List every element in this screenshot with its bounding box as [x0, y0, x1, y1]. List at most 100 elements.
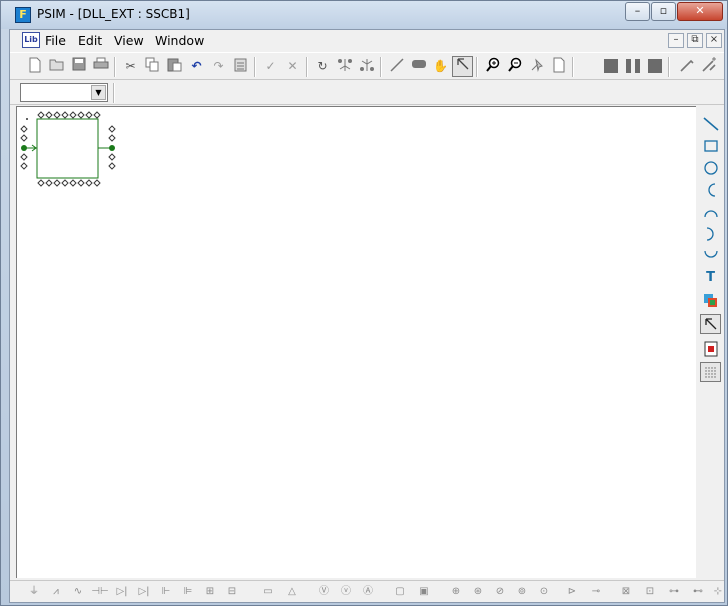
open-icon[interactable]	[46, 56, 67, 77]
dll-block-symbol[interactable]	[17, 107, 127, 197]
gain-icon[interactable]: ⊸	[586, 583, 606, 601]
ammeter-icon[interactable]: Ⓐ	[358, 583, 378, 601]
maximize-button[interactable]: ▫	[651, 2, 676, 21]
scope-icon[interactable]: ▢	[390, 583, 410, 601]
minimize-button[interactable]: –	[625, 2, 650, 21]
main-toolbar: ✂ ↶ ↷ ✓ ✕ ↻ ✋	[10, 52, 724, 80]
pause-icon[interactable]	[622, 56, 643, 77]
label-icon[interactable]	[408, 56, 429, 77]
toolbar-separator	[113, 83, 115, 103]
flip-tb-icon[interactable]	[356, 56, 377, 77]
zoom-out-icon[interactable]	[504, 56, 525, 77]
pan-icon[interactable]: ✋	[430, 56, 451, 77]
pi-icon[interactable]: ⊠	[616, 583, 636, 601]
toolbar-separator	[476, 57, 478, 77]
mosfet-icon[interactable]: ⊞	[200, 583, 220, 601]
arc-bottom-tool-icon[interactable]	[700, 246, 721, 266]
igbt-icon[interactable]: ⊫	[178, 583, 198, 601]
inductor-icon[interactable]: ∿	[68, 583, 88, 601]
schematic-canvas[interactable]	[16, 106, 696, 578]
probe-icon[interactable]	[676, 56, 697, 77]
arc-left-tool-icon[interactable]	[700, 180, 721, 200]
sum-icon[interactable]: ▭	[258, 583, 278, 601]
current-source-icon[interactable]: ⊘	[490, 583, 510, 601]
text-tool-icon[interactable]: T	[700, 268, 721, 288]
window-title: PSIM - [DLL_EXT : SSCB1]	[37, 7, 190, 21]
rectangle-tool-icon[interactable]	[700, 136, 721, 156]
mdi-restore-button[interactable]: ⧉	[687, 33, 703, 48]
thyristor-icon[interactable]: ▷|	[134, 583, 154, 601]
limiter-icon[interactable]: ⊡	[640, 583, 660, 601]
document-icon[interactable]: Lib	[22, 32, 40, 48]
delete-icon[interactable]: ✕	[282, 56, 303, 77]
more-elements-icon[interactable]: ⊹	[708, 583, 728, 601]
flip-lr-icon[interactable]	[334, 56, 355, 77]
element-selector-combo[interactable]: ▼	[20, 83, 108, 102]
arc-right-tool-icon[interactable]	[700, 224, 721, 244]
mdi-minimize-button[interactable]: –	[668, 33, 684, 48]
toolbar-separator	[380, 57, 382, 77]
paste-special-icon[interactable]	[230, 56, 251, 77]
psim-app-icon[interactable]: F	[15, 7, 31, 23]
menu-view[interactable]: View	[111, 32, 147, 49]
current-probe-icon[interactable]: ⓥ	[336, 583, 356, 601]
meter-icon[interactable]: ▣	[414, 583, 434, 601]
arc-top-tool-icon[interactable]	[700, 202, 721, 222]
filter-icon[interactable]: ⊷	[688, 583, 708, 601]
toolbar-separator	[114, 57, 116, 77]
new-icon[interactable]	[24, 56, 45, 77]
select-icon[interactable]	[452, 56, 473, 77]
image-tool-icon[interactable]	[700, 290, 721, 310]
source-icon[interactable]: △	[282, 583, 302, 601]
grid-tool-icon[interactable]	[700, 362, 721, 382]
menu-file[interactable]: File	[42, 32, 69, 49]
menu-bar: Lib File Edit View Window – ⧉ ×	[10, 30, 724, 51]
sawtooth-icon[interactable]: ⊙	[534, 583, 554, 601]
probe-diff-icon[interactable]	[698, 56, 719, 77]
close-button[interactable]: ✕	[677, 2, 723, 21]
circle-tool-icon[interactable]	[700, 158, 721, 178]
voltage-probe-icon[interactable]: Ⓥ	[314, 583, 334, 601]
ac-source-icon[interactable]: ⊛	[468, 583, 488, 601]
toolbar-separator	[668, 57, 670, 77]
switch-icon[interactable]: ⊩	[156, 583, 176, 601]
save-icon[interactable]	[68, 56, 89, 77]
resistor-icon[interactable]: ⩘	[46, 583, 66, 601]
ground-icon[interactable]: ⏚	[24, 583, 44, 601]
diode-icon[interactable]: ▷|	[112, 583, 132, 601]
toolbar-separator	[254, 57, 256, 77]
wire-icon[interactable]	[386, 56, 407, 77]
selector-toolbar: ▼	[10, 81, 724, 105]
check-icon[interactable]: ✓	[260, 56, 281, 77]
color-tool-icon[interactable]	[700, 338, 721, 358]
chevron-down-icon[interactable]: ▼	[91, 85, 106, 100]
app-window: F PSIM - [DLL_EXT : SSCB1] – ▫ ✕ Lib Fil…	[0, 0, 728, 606]
dc-source-icon[interactable]: ⊕	[446, 583, 466, 601]
toolbar-separator	[306, 57, 308, 77]
capacitor-icon[interactable]: ⊣⊢	[90, 583, 110, 601]
menu-window[interactable]: Window	[152, 32, 207, 49]
rotate-icon[interactable]: ↻	[312, 56, 333, 77]
undo-icon[interactable]: ↶	[186, 56, 207, 77]
copy-icon[interactable]	[142, 56, 163, 77]
menu-edit[interactable]: Edit	[75, 32, 105, 49]
integrator-icon[interactable]: ⊶	[664, 583, 684, 601]
redo-icon[interactable]: ↷	[208, 56, 229, 77]
zoom-in-icon[interactable]	[482, 56, 503, 77]
mdi-client: Lib File Edit View Window – ⧉ × ✂ ↶ ↷ ✓ …	[9, 29, 725, 603]
comparator-icon[interactable]: ⊳	[562, 583, 582, 601]
line-tool-icon[interactable]	[700, 114, 721, 134]
transformer-icon[interactable]: ⊟	[222, 583, 242, 601]
paste-icon[interactable]	[164, 56, 185, 77]
print-icon[interactable]	[90, 56, 111, 77]
cut-icon[interactable]: ✂	[120, 56, 141, 77]
toolbar-separator	[572, 57, 574, 77]
run-icon[interactable]	[600, 56, 621, 77]
mdi-close-button[interactable]: ×	[706, 33, 722, 48]
stop-icon[interactable]	[644, 56, 665, 77]
fit-icon[interactable]	[526, 56, 547, 77]
select-tool-icon[interactable]	[700, 314, 721, 334]
title-bar[interactable]: F PSIM - [DLL_EXT : SSCB1] – ▫ ✕	[1, 1, 727, 29]
page-icon[interactable]	[548, 56, 569, 77]
step-source-icon[interactable]: ⊚	[512, 583, 532, 601]
